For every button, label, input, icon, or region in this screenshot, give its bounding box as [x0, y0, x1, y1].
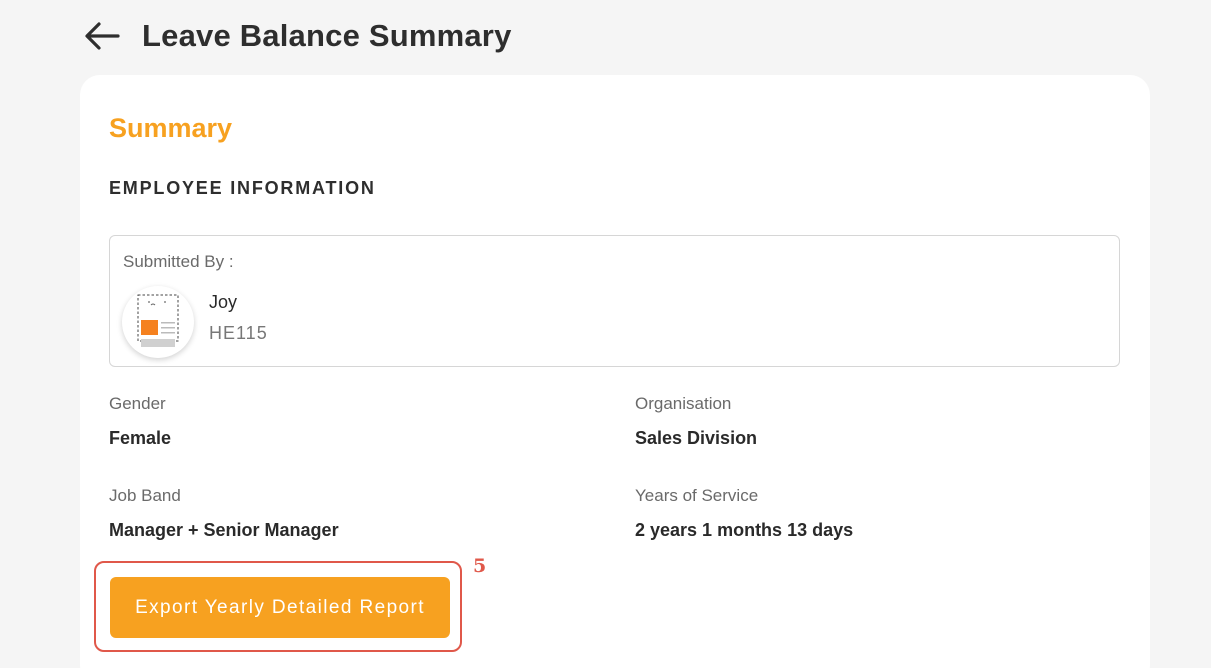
- organisation-value: Sales Division: [635, 428, 758, 448]
- annotation-number: 5: [473, 555, 487, 577]
- back-button[interactable]: [84, 16, 124, 56]
- gender-label: Gender: [109, 394, 166, 413]
- page: Leave Balance Summary Summary EMPLOYEE I…: [0, 0, 1211, 668]
- years-of-service-label: Years of Service: [635, 486, 759, 505]
- employee-information-heading: EMPLOYEE INFORMATION: [109, 178, 376, 198]
- submitted-by-label: Submitted By :: [123, 252, 234, 271]
- page-header: Leave Balance Summary: [84, 12, 512, 60]
- avatar: [122, 286, 194, 358]
- employee-id: HE115: [209, 323, 268, 343]
- avatar-placeholder-icon: [137, 294, 179, 347]
- years-of-service-value: 2 years 1 months 13 days: [635, 520, 854, 540]
- organisation-label: Organisation: [635, 394, 732, 413]
- gender-value: Female: [109, 428, 172, 448]
- arrow-left-icon: [85, 22, 120, 50]
- employee-name: Joy: [209, 292, 238, 312]
- submitter-box: Submitted By : Joy HE115: [109, 235, 1120, 367]
- export-yearly-report-button[interactable]: Export Yearly Detailed Report: [110, 577, 450, 638]
- job-band-value: Manager + Senior Manager: [109, 520, 339, 540]
- page-title: Leave Balance Summary: [142, 18, 512, 53]
- summary-title: Summary: [109, 113, 233, 143]
- job-band-label: Job Band: [109, 486, 181, 505]
